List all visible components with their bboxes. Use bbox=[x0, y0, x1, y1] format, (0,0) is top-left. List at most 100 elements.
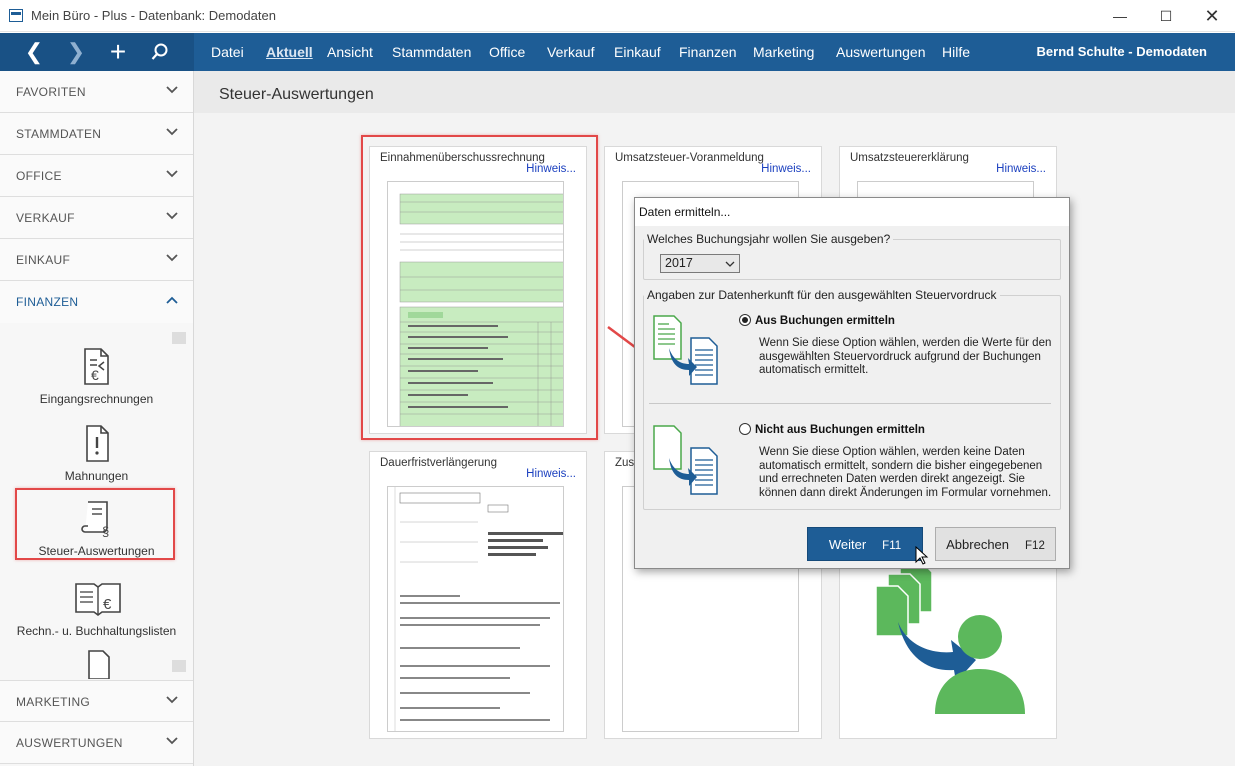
sidebar-item-buchhaltungslisten[interactable]: € Rechn.- u. Buchhaltungslisten bbox=[0, 578, 193, 638]
menu-stammdaten[interactable]: Stammdaten bbox=[392, 44, 471, 60]
menu-verkauf[interactable]: Verkauf bbox=[547, 44, 594, 60]
menu-finanzen[interactable]: Finanzen bbox=[679, 44, 737, 60]
sidebar-section-label: FINANZEN bbox=[16, 295, 79, 309]
reminder-icon bbox=[85, 425, 109, 462]
menu-ansicht[interactable]: Ansicht bbox=[327, 44, 373, 60]
search-icon[interactable] bbox=[140, 33, 180, 71]
chevron-up-icon bbox=[166, 296, 178, 304]
content-header: Steuer-Auswertungen bbox=[194, 71, 1235, 113]
radio-unselected-icon bbox=[739, 423, 751, 435]
app-icon bbox=[9, 9, 23, 22]
chevron-down-icon bbox=[166, 170, 178, 178]
sidebar-item-steuer-auswertungen[interactable]: § Steuer-Auswertungen bbox=[0, 498, 193, 558]
button-label: Abbrechen bbox=[946, 537, 1010, 552]
back-arrow-icon[interactable]: ❮ bbox=[14, 33, 54, 71]
desc-line: und errechneten Daten werden direkt ange… bbox=[759, 473, 1025, 485]
shortcut-key: F11 bbox=[882, 540, 902, 552]
menu-einkauf[interactable]: Einkauf bbox=[614, 44, 661, 60]
option-label: Aus Buchungen ermitteln bbox=[755, 315, 895, 327]
sidebar-section-finanzen[interactable]: FINANZEN bbox=[0, 281, 193, 323]
sidebar-item-label: Steuer-Auswertungen bbox=[38, 544, 155, 558]
sidebar-item-mahnungen[interactable]: Mahnungen bbox=[0, 423, 193, 483]
option2-description: Wenn Sie diese Option wählen, werden kei… bbox=[759, 446, 1051, 500]
card-title: Umsatzsteuererklärung bbox=[850, 152, 969, 164]
sidebar-section-marketing[interactable]: MARKETING bbox=[0, 680, 193, 722]
divider bbox=[649, 403, 1051, 404]
sidebar-section-auswertungen[interactable]: AUSWERTUNGEN bbox=[0, 722, 193, 764]
sidebar-section-label: AUSWERTUNGEN bbox=[16, 736, 123, 750]
desc-line: automatisch ermittelt. bbox=[759, 364, 869, 376]
menu-aktuell[interactable]: Aktuell bbox=[266, 44, 313, 60]
chevron-down-icon bbox=[166, 737, 178, 745]
sidebar-item-more[interactable] bbox=[0, 649, 193, 679]
menu-auswertungen[interactable]: Auswertungen bbox=[836, 44, 926, 60]
weiter-button[interactable]: Weiter F11 bbox=[807, 527, 923, 561]
document-icon bbox=[87, 650, 110, 679]
option-not-from-bookings-radio[interactable]: Nicht aus Buchungen ermitteln bbox=[739, 423, 925, 436]
tax-paragraph-icon: § bbox=[80, 501, 109, 539]
desc-line: automatisch ermittelt, sondern die bishe… bbox=[759, 459, 1043, 472]
sidebar-section-office[interactable]: OFFICE bbox=[0, 155, 193, 197]
user-name[interactable]: Bernd Schulte - Demodaten bbox=[1037, 44, 1207, 59]
button-label: Weiter bbox=[828, 537, 867, 552]
sidebar-section-label: OFFICE bbox=[16, 169, 62, 183]
page-title: Steuer-Auswertungen bbox=[219, 86, 374, 103]
main-menu-bar: ❮ ❯ + Datei Aktuell Ansicht Stammdaten O… bbox=[0, 33, 1235, 71]
title-bar: Mein Büro - Plus - Datenbank: Demodaten … bbox=[0, 0, 1235, 32]
not-from-bookings-icon bbox=[653, 425, 718, 495]
shortcut-key: F12 bbox=[1025, 540, 1045, 552]
add-icon[interactable]: + bbox=[98, 33, 138, 71]
radio-selected-icon bbox=[739, 314, 751, 326]
nav-tools: ❮ ❯ + bbox=[0, 33, 194, 71]
abbrechen-button[interactable]: Abbrechen F12 bbox=[935, 527, 1056, 561]
sidebar-section-label: MARKETING bbox=[16, 695, 91, 709]
invoice-in-icon: € bbox=[83, 348, 109, 385]
svg-text:€: € bbox=[103, 596, 112, 613]
menu-marketing[interactable]: Marketing bbox=[753, 44, 814, 60]
svg-text:§: § bbox=[102, 524, 109, 539]
sidebar-item-eingangsrechnungen[interactable]: € Eingangsrechnungen bbox=[0, 346, 193, 406]
year-select[interactable]: 2017 bbox=[660, 254, 740, 273]
chevron-down-icon bbox=[166, 86, 178, 94]
mouse-cursor-icon bbox=[915, 546, 929, 565]
form-preview bbox=[387, 486, 564, 732]
menu-office[interactable]: Office bbox=[489, 44, 525, 60]
scroll-down-button[interactable] bbox=[172, 660, 186, 672]
window-title: Mein Büro - Plus - Datenbank: Demodaten bbox=[31, 8, 276, 23]
forward-arrow-icon[interactable]: ❯ bbox=[56, 33, 96, 71]
menu-hilfe[interactable]: Hilfe bbox=[942, 44, 970, 60]
daten-ermitteln-dialog: Daten ermitteln... Welches Buchungsjahr … bbox=[634, 197, 1070, 569]
sidebar-section-label: FAVORITEN bbox=[16, 85, 86, 99]
hint-link[interactable]: Hinweis... bbox=[996, 163, 1046, 175]
year-value: 2017 bbox=[665, 256, 693, 270]
option1-description: Wenn Sie diese Option wählen, werden die… bbox=[759, 337, 1051, 378]
chevron-down-icon bbox=[725, 261, 735, 267]
accounting-list-icon: € bbox=[74, 583, 121, 616]
sidebar-section-favoriten[interactable]: FAVORITEN bbox=[0, 71, 193, 113]
sidebar-item-label: Rechn.- u. Buchhaltungslisten bbox=[16, 624, 177, 638]
desc-line: ausgewählten Steuervordruck aufgrund der… bbox=[759, 350, 1041, 363]
sidebar: FAVORITEN STAMMDATEN OFFICE VERKAUF EINK… bbox=[0, 71, 194, 766]
source-group-label: Angaben zur Datenherkunft für den ausgew… bbox=[647, 288, 997, 302]
close-button[interactable]: ✕ bbox=[1189, 0, 1235, 32]
sidebar-section-einkauf[interactable]: EINKAUF bbox=[0, 239, 193, 281]
option-from-bookings-radio[interactable]: Aus Buchungen ermitteln bbox=[739, 314, 895, 327]
hint-link[interactable]: Hinweis... bbox=[526, 468, 576, 480]
card-dauerfrist[interactable]: Dauerfristverlängerung Hinweis... bbox=[369, 451, 587, 739]
chevron-down-icon bbox=[166, 254, 178, 262]
chevron-down-icon bbox=[166, 128, 178, 136]
menu-datei[interactable]: Datei bbox=[211, 44, 244, 60]
desc-line: Wenn Sie diese Option wählen, werden kei… bbox=[759, 446, 1025, 458]
sidebar-section-label: STAMMDATEN bbox=[16, 127, 102, 141]
hint-link[interactable]: Hinweis... bbox=[761, 163, 811, 175]
card-title: Umsatzsteuer-Voranmeldung bbox=[615, 152, 764, 164]
sidebar-item-label: Eingangsrechnungen bbox=[39, 392, 154, 406]
maximize-button[interactable]: ☐ bbox=[1143, 0, 1189, 32]
scroll-up-button[interactable] bbox=[172, 332, 186, 344]
minimize-button[interactable]: — bbox=[1097, 0, 1143, 32]
card-highlight bbox=[361, 135, 598, 440]
sidebar-section-verkauf[interactable]: VERKAUF bbox=[0, 197, 193, 239]
dialog-title: Daten ermitteln... bbox=[635, 198, 1069, 226]
sidebar-section-stammdaten[interactable]: STAMMDATEN bbox=[0, 113, 193, 155]
card-title: Dauerfristverlängerung bbox=[380, 457, 497, 469]
